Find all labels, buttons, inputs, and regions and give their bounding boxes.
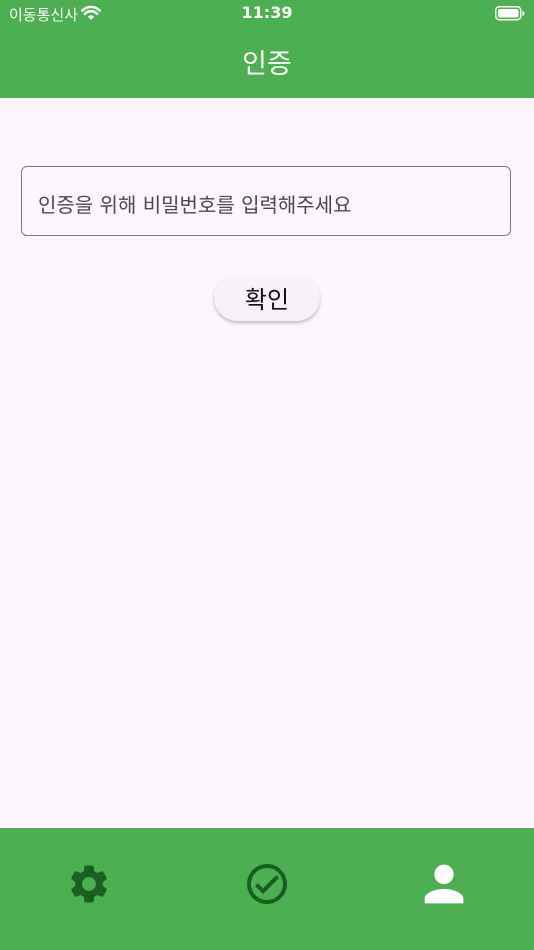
bottom-navigation (0, 828, 534, 950)
battery-icon (495, 6, 525, 21)
app-bar: 이동통신사 11:39 인증 (0, 0, 534, 98)
password-field[interactable]: 인증을 위해 비밀번호를 입력해주세요 (21, 166, 511, 236)
person-icon (424, 864, 464, 904)
page-title: 인증 (242, 49, 292, 80)
nav-item-settings[interactable] (59, 854, 119, 914)
confirm-button[interactable]: 확인 (214, 274, 320, 321)
check-circle-icon (247, 864, 287, 904)
status-time: 11:39 (241, 3, 293, 22)
password-placeholder: 인증을 위해 비밀번호를 입력해주세요 (38, 193, 352, 217)
status-bar: 이동통신사 11:39 (0, 0, 534, 28)
gear-icon (71, 865, 107, 903)
nav-item-profile[interactable] (414, 854, 474, 914)
nav-item-check[interactable] (237, 854, 297, 914)
